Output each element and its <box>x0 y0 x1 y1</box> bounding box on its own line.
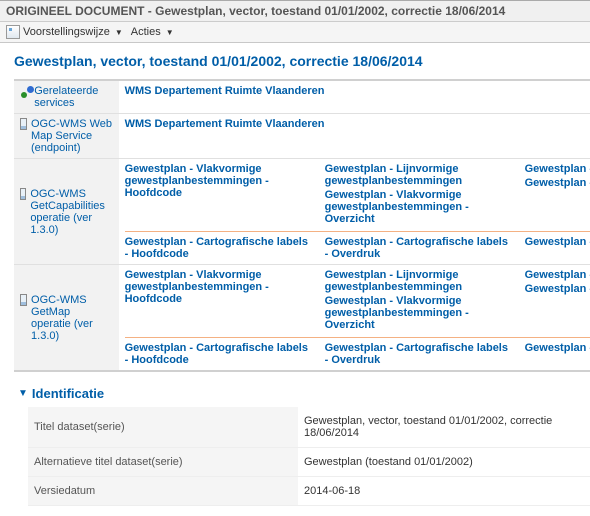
service-icon <box>20 294 27 306</box>
getcaps-link[interactable]: Gewestplan - Lijnvormige gewestplanbeste… <box>525 163 590 175</box>
id-alt-title-value: Gewestplan (toestand 01/01/2002) <box>298 448 590 477</box>
getcaps-link[interactable]: Gewestplan - Cartografische labels - Gro… <box>525 236 590 248</box>
related-services-table: Gerelateerde services WMS Departement Ru… <box>14 79 590 372</box>
id-version-date-label: Versiedatum <box>28 477 298 506</box>
row-getcaps-head: OGC-WMS GetCapabilities operatie (ver 1.… <box>14 159 119 265</box>
id-alt-title-label: Alternatieve titel dataset(serie) <box>28 448 298 477</box>
related-services-label: Gerelateerde services <box>34 85 112 109</box>
getmap-link[interactable]: Gewestplan - Lijnvormige gewestplanbeste… <box>325 269 515 293</box>
id-title-value: Gewestplan, vector, toestand 01/01/2002,… <box>298 407 590 448</box>
row-getmap-head: OGC-WMS GetMap operatie (ver 1.3.0) <box>14 265 119 372</box>
row-wms-endpoint-head: OGC-WMS Web Map Service (endpoint) <box>14 114 119 159</box>
view-mode-menu[interactable]: Voorstellingswijze ▼ <box>6 25 123 39</box>
service-icon <box>20 118 27 130</box>
getcaps-link[interactable]: Gewestplan - Cartografische labels - Ove… <box>325 236 508 260</box>
getcaps-link[interactable]: Gewestplan - Cartografische labels - Hoo… <box>125 236 308 260</box>
identification-toggle[interactable]: ▼ Identificatie <box>18 386 576 401</box>
identification-label: Identificatie <box>32 386 104 401</box>
related-services-icon <box>20 85 30 99</box>
wms-department-header: WMS Departement Ruimte Vlaanderen <box>119 80 590 114</box>
view-mode-label: Voorstellingswijze <box>23 26 110 38</box>
getcaps-link[interactable]: Gewestplan - Vlakvormige gewestplanbeste… <box>525 177 590 189</box>
getmap-link[interactable]: Gewestplan - Cartografische labels - Gro… <box>525 342 590 354</box>
getcaps-link[interactable]: Gewestplan - Lijnvormige gewestplanbeste… <box>325 163 515 187</box>
getmap-link[interactable]: Gewestplan - Cartografische labels - Ove… <box>325 342 508 366</box>
id-title-label: Titel dataset(serie) <box>28 407 298 448</box>
actions-menu[interactable]: Acties ▼ <box>131 26 174 38</box>
getmap-link[interactable]: Gewestplan - Vlakvormige gewestplanbeste… <box>525 283 590 295</box>
document-title: ORIGINEEL DOCUMENT - Gewestplan, vector,… <box>6 4 505 18</box>
getcaps-link[interactable]: Gewestplan - Vlakvormige gewestplanbeste… <box>125 163 269 199</box>
getmap-label[interactable]: OGC-WMS GetMap operatie (ver 1.3.0) <box>31 294 113 342</box>
wms-endpoint-link[interactable]: WMS Departement Ruimte Vlaanderen <box>125 118 590 130</box>
page-title: Gewestplan, vector, toestand 01/01/2002,… <box>14 53 576 69</box>
collapse-icon: ▼ <box>18 388 28 399</box>
getcaps-label[interactable]: OGC-WMS GetCapabilities operatie (ver 1.… <box>30 188 112 236</box>
getmap-link[interactable]: Gewestplan - Lijnvormige gewestplanbeste… <box>525 269 590 281</box>
identification-table: Titel dataset(serie) Gewestplan, vector,… <box>28 407 590 506</box>
getmap-link[interactable]: Gewestplan - Vlakvormige gewestplanbeste… <box>325 295 515 331</box>
actions-label: Acties <box>131 26 161 38</box>
wms-endpoint-label[interactable]: OGC-WMS Web Map Service (endpoint) <box>31 118 113 154</box>
getcaps-link[interactable]: Gewestplan - Vlakvormige gewestplanbeste… <box>325 189 515 225</box>
chevron-down-icon: ▼ <box>115 28 123 37</box>
service-icon <box>20 188 26 200</box>
chevron-down-icon: ▼ <box>166 28 174 37</box>
getmap-link[interactable]: Gewestplan - Vlakvormige gewestplanbeste… <box>125 269 269 305</box>
related-services-head: Gerelateerde services <box>14 80 119 114</box>
getmap-link[interactable]: Gewestplan - Cartografische labels - Hoo… <box>125 342 308 366</box>
document-header: ORIGINEEL DOCUMENT - Gewestplan, vector,… <box>0 0 590 22</box>
toolbar: Voorstellingswijze ▼ Acties ▼ <box>0 22 590 43</box>
view-mode-icon <box>6 25 20 39</box>
id-version-date-value: 2014-06-18 <box>298 477 590 506</box>
